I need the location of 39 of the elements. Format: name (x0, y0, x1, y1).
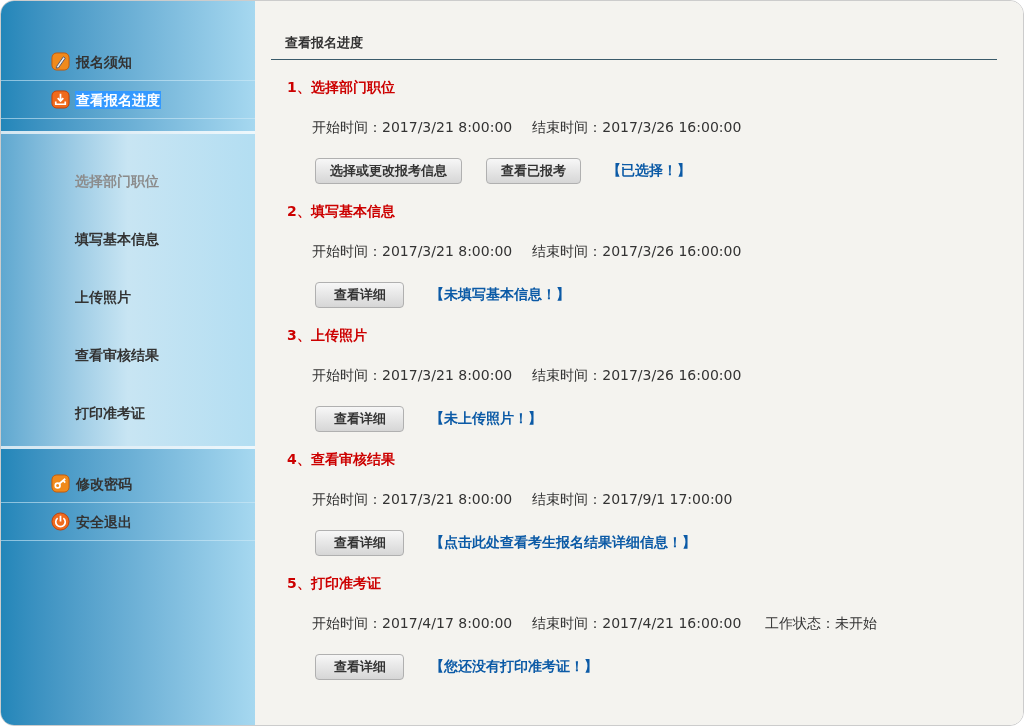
step-title: 4、查看审核结果 (287, 449, 396, 468)
status-link[interactable]: 【未上传照片！】 (430, 408, 542, 429)
step-title: 1、选择部门职位 (287, 77, 396, 96)
sidebar-menu-item[interactable]: 报名须知 (75, 52, 133, 71)
sidebar-submenu-item[interactable]: 填写基本信息 (75, 228, 159, 250)
end-time: 结束时间：2017/3/26 16:00:00 (532, 117, 742, 137)
sidebar-menu-item[interactable]: 安全退出 (75, 512, 133, 531)
action-button[interactable]: 查看已报考 (486, 157, 581, 184)
action-button[interactable]: 查看详细 (315, 653, 404, 680)
end-time: 结束时间：2017/3/26 16:00:00 (532, 365, 742, 385)
sidebar-submenu-item[interactable]: 查看审核结果 (75, 344, 159, 366)
sidebar-submenu-item[interactable]: 上传照片 (75, 286, 131, 308)
action-button[interactable]: 查看详细 (315, 281, 404, 308)
download-icon (51, 90, 70, 109)
end-time: 结束时间：2017/4/21 16:00:00 (532, 613, 742, 633)
status-link[interactable]: 【点击此处查看考生报名结果详细信息！】 (430, 532, 696, 553)
start-time: 开始时间：2017/3/21 8:00:00 (312, 365, 513, 385)
step-title: 2、填写基本信息 (287, 201, 396, 220)
start-time: 开始时间：2017/3/21 8:00:00 (312, 241, 513, 261)
pencil-icon (51, 52, 70, 71)
step-title: 3、上传照片 (287, 325, 368, 344)
start-time: 开始时间：2017/3/21 8:00:00 (312, 489, 513, 509)
action-button[interactable]: 选择或更改报考信息 (315, 157, 462, 184)
end-time: 结束时间：2017/9/1 17:00:00 (532, 489, 733, 509)
status-link[interactable]: 【未填写基本信息！】 (430, 284, 570, 305)
action-button[interactable]: 查看详细 (315, 405, 404, 432)
page-title: 查看报名进度 (285, 34, 364, 52)
power-icon (51, 512, 70, 531)
step-title: 5、打印准考证 (287, 573, 382, 592)
status-link[interactable]: 【您还没有打印准考证！】 (430, 656, 598, 677)
action-button[interactable]: 查看详细 (315, 529, 404, 556)
sidebar-submenu-item[interactable]: 打印准考证 (75, 402, 145, 424)
start-time: 开始时间：2017/4/17 8:00:00 (312, 613, 513, 633)
key-icon (51, 474, 70, 493)
work-status: 工作状态：未开始 (765, 613, 878, 633)
sidebar-menu-item[interactable]: 修改密码 (75, 474, 133, 493)
start-time: 开始时间：2017/3/21 8:00:00 (312, 117, 513, 137)
status-link[interactable]: 【已选择！】 (607, 160, 691, 181)
end-time: 结束时间：2017/3/26 16:00:00 (532, 241, 742, 261)
